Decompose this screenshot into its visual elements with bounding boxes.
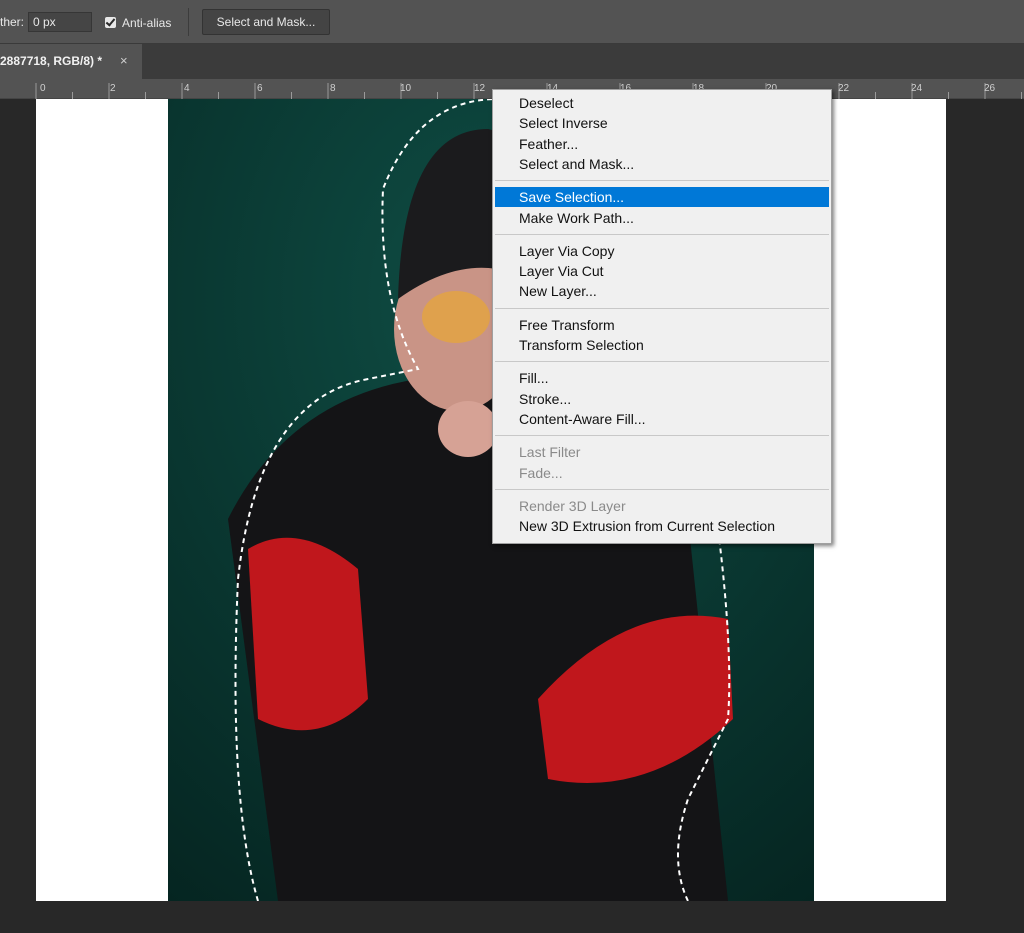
document-tab-bar: 2887718, RGB/8) * × [0, 44, 1024, 79]
menu-item-label: Free Transform [519, 316, 615, 333]
feather-label: ther: [0, 15, 25, 29]
menu-item-label: Deselect [519, 95, 574, 111]
menu-separator [495, 233, 829, 235]
menu-separator [495, 488, 829, 490]
menu-item[interactable]: New Layer... [495, 281, 829, 301]
menu-item: Fade... [495, 463, 829, 483]
menu-item: Last Filter [495, 442, 829, 462]
menu-item-label: New Layer... [519, 283, 597, 300]
menu-separator [495, 180, 829, 182]
menu-item[interactable]: Layer Via Copy [495, 241, 829, 261]
document-tab-title: 2887718, RGB/8) * [0, 54, 103, 68]
menu-item-label: Fill... [519, 370, 549, 387]
left-fur-sleeve [248, 537, 368, 731]
menu-item[interactable]: Select and Mask... [495, 154, 829, 174]
menu-item[interactable]: Feather... [495, 134, 829, 154]
select-and-mask-button[interactable]: Select and Mask... [202, 9, 330, 35]
close-icon[interactable]: × [120, 53, 128, 68]
ruler-label: 10 [400, 83, 412, 94]
menu-item: Render 3D Layer [495, 496, 829, 516]
menu-item-label: Select and Mask... [519, 155, 635, 172]
ruler-label: 6 [257, 83, 263, 94]
ruler-label: 0 [40, 83, 46, 94]
ruler-label: 24 [911, 83, 923, 94]
menu-item-label: Make Work Path... [519, 209, 634, 226]
menu-separator [495, 307, 829, 309]
menu-item[interactable]: Layer Via Cut [495, 261, 829, 281]
menu-item-label: Stroke... [519, 390, 572, 407]
menu-separator [495, 435, 829, 437]
menu-item[interactable]: Make Work Path... [495, 208, 829, 228]
menu-item-label: Layer Via Cut [519, 263, 604, 280]
menu-item[interactable]: Fill... [495, 368, 829, 388]
menu-item-label: New 3D Extrusion from Current Selection [519, 518, 775, 535]
menu-item-label: Render 3D Layer [519, 497, 626, 514]
feather-input[interactable] [28, 12, 92, 32]
options-bar: ther: Anti-alias Select and Mask... [0, 0, 1024, 44]
ruler-label: 8 [330, 83, 336, 94]
menu-item-label: Transform Selection [519, 337, 644, 353]
menu-item[interactable]: Select Inverse [495, 113, 829, 133]
menu-item[interactable]: New 3D Extrusion from Current Selection [495, 516, 829, 536]
context-menu: Deselect Select Inverse Feather... Select a… [492, 89, 832, 544]
anti-alias-checkbox[interactable] [105, 17, 116, 28]
document-tab[interactable]: 2887718, RGB/8) * × [0, 44, 142, 79]
menu-item[interactable]: Save Selection... [495, 187, 829, 208]
ruler-label: 4 [184, 83, 190, 94]
ruler-label: 22 [838, 83, 850, 94]
sunglasses-lens [422, 291, 490, 343]
menu-separator [495, 361, 829, 363]
ruler-label: 12 [474, 83, 486, 94]
ruler-label: 26 [984, 83, 996, 94]
hand-shape [438, 401, 498, 457]
menu-item-label: Content-Aware Fill... [519, 410, 646, 427]
menu-item[interactable]: Stroke... [495, 389, 829, 409]
menu-item-label: Last Filter [519, 444, 581, 461]
menu-item-label: Feather... [519, 135, 579, 152]
ruler-label: 2 [110, 83, 116, 94]
anti-alias-label: Anti-alias [122, 16, 172, 30]
menu-item-label: Layer Via Copy [519, 242, 615, 259]
toolbar-divider [188, 8, 189, 36]
menu-item-label: Fade... [519, 464, 563, 481]
menu-item[interactable]: Free Transform [495, 315, 829, 335]
menu-item[interactable]: Content-Aware Fill... [495, 409, 829, 429]
menu-item-label: Select Inverse [519, 115, 608, 132]
menu-item[interactable]: Deselect [495, 93, 829, 113]
menu-item-label: Save Selection... [519, 189, 625, 206]
menu-item[interactable]: Transform Selection [495, 335, 829, 355]
